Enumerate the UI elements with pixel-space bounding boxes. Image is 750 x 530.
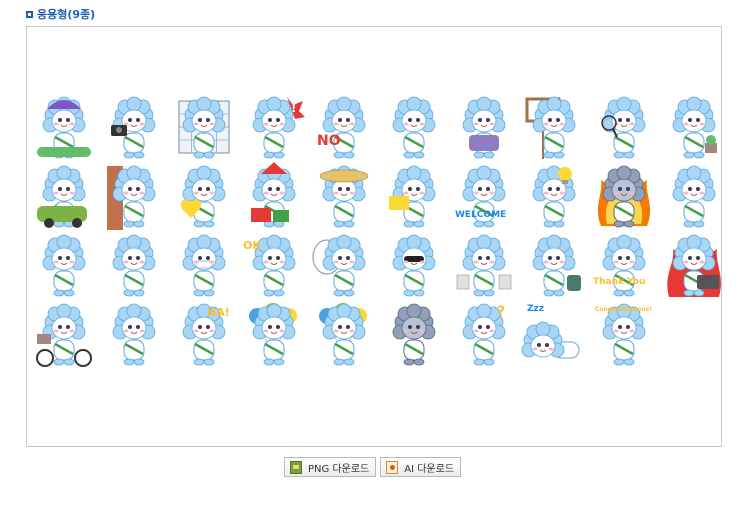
square-bullet-icon — [26, 10, 33, 18]
png-file-icon — [290, 460, 302, 474]
section-header: 응용형(9종) — [26, 7, 95, 21]
sticker-congratulations: Congratulations! — [593, 303, 655, 368]
sticker-suitcase — [523, 234, 585, 299]
sticker-waving — [103, 234, 165, 299]
sticker-haha: HA! — [173, 303, 235, 368]
png-download-label: PNG 다운로드 — [308, 463, 370, 475]
sticker-bicycle — [33, 303, 95, 368]
sticker-cheering — [383, 96, 445, 161]
sticker-magnifier — [593, 96, 655, 161]
sticker-balloons-2 — [313, 303, 375, 368]
ai-file-icon — [386, 460, 399, 474]
sticker-plant — [663, 96, 725, 161]
sticker-surprised: ! — [243, 96, 305, 161]
sticker-door-peek — [103, 165, 165, 230]
sticker-speech-bubble — [312, 234, 375, 299]
sticker-camera — [103, 96, 165, 161]
sticker-ok: OK — [243, 234, 305, 299]
sticker-shopping — [453, 234, 515, 299]
sticker-sleeping-idea — [523, 165, 585, 230]
sticker-sleeping: Zzz — [521, 304, 585, 368]
download-buttons: PNG 다운로드 AI 다운로드 — [284, 457, 462, 477]
sticker-face-mask — [173, 234, 235, 299]
sticker-purple-hat-picnic — [33, 96, 95, 161]
sticker-fire-angry — [593, 165, 655, 230]
sticker-pointing — [33, 234, 95, 299]
sticker-preview-panel: ! NO WELCOME OK Thank You HA!? Zzz Congratulati… — [26, 26, 722, 447]
ai-download-button[interactable]: AI 다운로드 — [380, 457, 462, 477]
sticker-balloons-1 — [243, 303, 305, 368]
sticker-yellow-flag — [383, 165, 445, 230]
sticker-grid-window — [173, 96, 235, 161]
sticker-thank-you: Thank You — [593, 234, 655, 299]
sticker-question: ? — [453, 303, 515, 368]
sticker-standing — [663, 165, 725, 230]
sticker-straw-hat — [313, 165, 375, 230]
sticker-sunglasses — [383, 234, 445, 299]
png-download-button[interactable]: PNG 다운로드 — [284, 457, 377, 477]
section-title: 응용형(9종) — [37, 8, 96, 21]
sticker-green-car — [33, 165, 95, 230]
sticker-dark-face — [383, 303, 445, 368]
sticker-backpack — [453, 96, 515, 161]
sticker-blushing — [103, 303, 165, 368]
sticker-yellow-heart — [173, 165, 235, 230]
sticker-no: NO — [313, 96, 375, 161]
sticker-sign-board — [523, 96, 585, 161]
ai-download-label: AI 다운로드 — [404, 463, 455, 475]
sticker-welcome: WELCOME — [453, 165, 515, 230]
sticker-santa-gift — [243, 162, 305, 230]
sticker-laptop-fire — [663, 234, 725, 299]
